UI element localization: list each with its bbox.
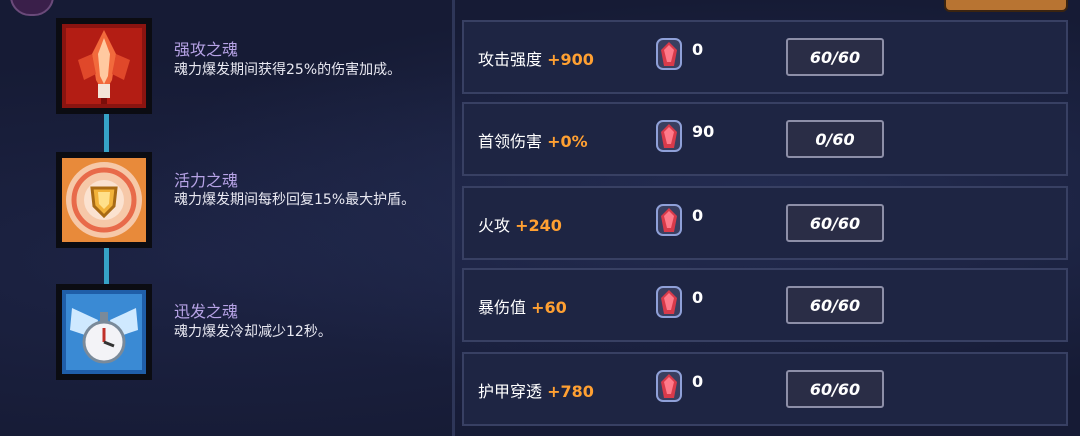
top-action-button[interactable] <box>944 0 1068 12</box>
gem-count: 0 <box>692 372 704 391</box>
stat-bonus: +780 <box>547 382 594 401</box>
skill-name: 活力之魂 <box>174 171 239 190</box>
gem-icon <box>656 204 682 236</box>
stat-label: 火攻 +240 <box>478 216 562 235</box>
golden-shield-icon[interactable] <box>56 152 152 248</box>
gem-count: 0 <box>692 288 704 307</box>
skill-connector <box>104 114 109 154</box>
progress-box: 0/60 <box>786 120 884 158</box>
skill-name: 迅发之魂 <box>174 302 239 321</box>
stat-label: 攻击强度 +900 <box>478 50 594 69</box>
skill-connector <box>104 248 109 284</box>
stat-bonus: +900 <box>547 50 594 69</box>
stat-label: 护甲穿透 +780 <box>478 382 594 401</box>
stat-label: 首领伤害 +0% <box>478 132 588 151</box>
stat-row-attack[interactable]: 攻击强度 +900 0 60/60 <box>462 20 1068 94</box>
gem-icon <box>656 38 682 70</box>
stat-bonus: +240 <box>515 216 562 235</box>
panel-divider <box>452 0 455 436</box>
skill-description: 魂力爆发期间每秒回复15%最大护盾。 <box>174 192 416 208</box>
gem-icon <box>656 120 682 152</box>
gem-icon <box>656 286 682 318</box>
winged-clock-icon[interactable] <box>56 284 152 380</box>
stat-bonus: +60 <box>531 298 567 317</box>
progress-box: 60/60 <box>786 38 884 76</box>
stat-label: 暴伤值 +60 <box>478 298 567 317</box>
gem-count: 0 <box>692 206 704 225</box>
stat-row-boss-damage[interactable]: 首领伤害 +0% 90 0/60 <box>462 102 1068 176</box>
progress-box: 60/60 <box>786 370 884 408</box>
stat-bonus: +0% <box>547 132 588 151</box>
progress-box: 60/60 <box>786 286 884 324</box>
skill-description: 魂力爆发期间获得25%的伤害加成。 <box>174 62 402 78</box>
crimson-blade-icon[interactable] <box>56 18 152 114</box>
stat-row-armor-pierce[interactable]: 护甲穿透 +780 0 60/60 <box>462 352 1068 426</box>
gem-count: 90 <box>692 122 715 141</box>
skill-name: 强攻之魂 <box>174 40 239 59</box>
gem-icon <box>656 370 682 402</box>
stat-row-crit-damage[interactable]: 暴伤值 +60 0 60/60 <box>462 268 1068 342</box>
stat-row-fire-attack[interactable]: 火攻 +240 0 60/60 <box>462 186 1068 260</box>
progress-box: 60/60 <box>786 204 884 242</box>
gem-count: 0 <box>692 40 704 59</box>
skill-description: 魂力爆发冷却减少12秒。 <box>174 324 332 340</box>
